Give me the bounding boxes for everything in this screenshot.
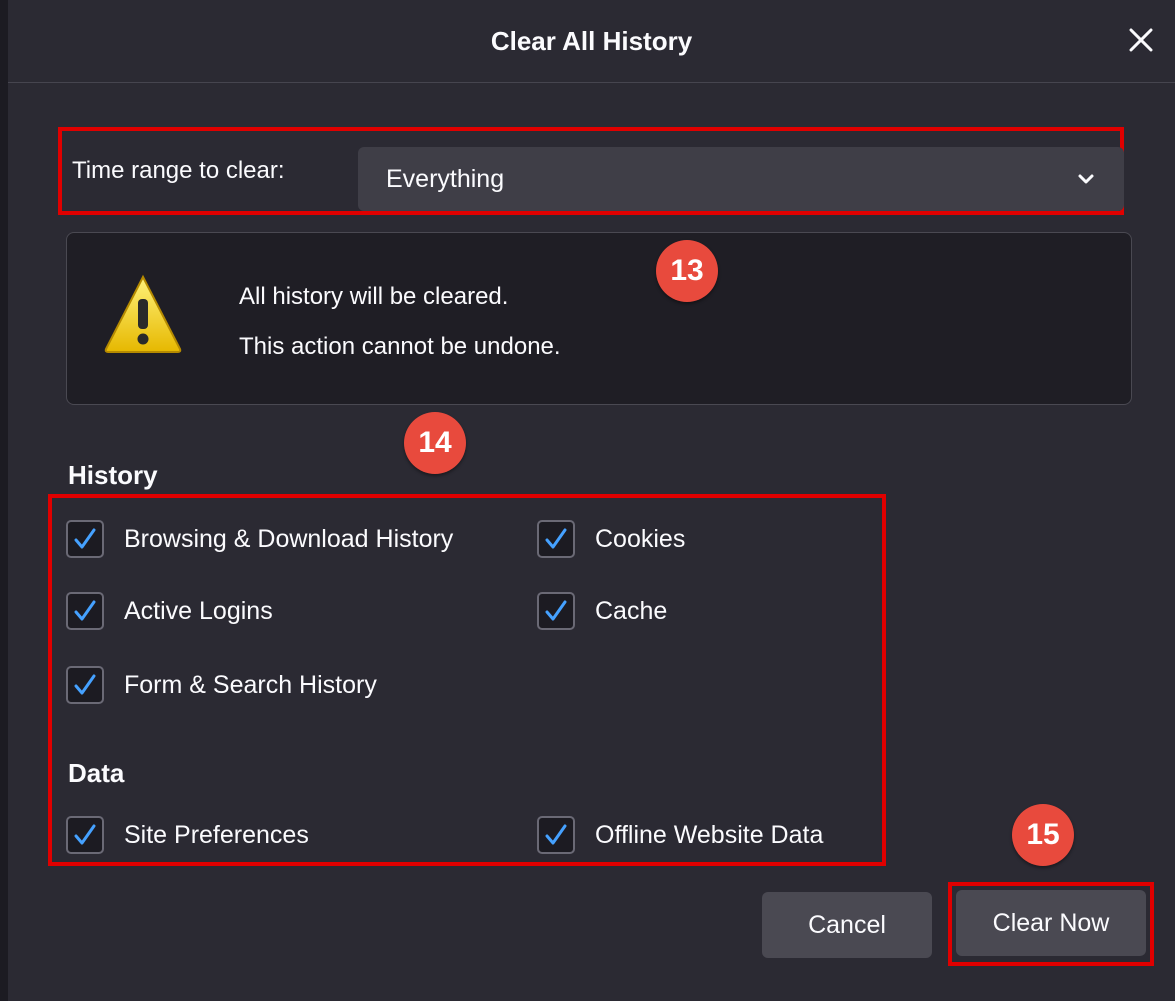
checkmark-icon — [74, 600, 96, 621]
checkbox-box[interactable] — [66, 520, 104, 558]
checkmark-icon — [74, 674, 96, 695]
checkbox-active-logins[interactable]: Active Logins — [66, 590, 273, 632]
time-range-highlight: Time range to clear: Everything — [58, 127, 1124, 215]
close-button[interactable] — [1123, 22, 1159, 58]
checkmark-icon — [545, 528, 567, 549]
checkmark-icon — [545, 824, 567, 845]
step-marker-14: 14 — [404, 412, 466, 474]
clear-now-button[interactable]: Clear Now — [956, 890, 1146, 956]
checkbox-offline-website-data[interactable]: Offline Website Data — [537, 814, 823, 856]
clear-history-dialog: Clear All History Time range to clear: E… — [8, 0, 1175, 1001]
checkbox-label: Form & Search History — [124, 670, 377, 699]
time-range-select[interactable]: Everything — [358, 147, 1124, 211]
checkmark-icon — [74, 824, 96, 845]
checkbox-box[interactable] — [537, 816, 575, 854]
warning-text-line-2: This action cannot be undone. — [239, 333, 561, 360]
checkbox-label: Cache — [595, 596, 668, 625]
warning-panel: All history will be cleared. This action… — [66, 232, 1132, 405]
checkbox-browsing-download-history[interactable]: Browsing & Download History — [66, 518, 453, 560]
step-marker-15: 15 — [1012, 804, 1074, 866]
checkbox-box[interactable] — [66, 666, 104, 704]
checkbox-label: Active Logins — [124, 596, 273, 625]
chevron-down-icon — [1078, 174, 1094, 184]
step-marker-13: 13 — [656, 240, 718, 302]
checkbox-box[interactable] — [66, 816, 104, 854]
warning-text-line-1: All history will be cleared. — [239, 283, 509, 310]
dialog-titlebar: Clear All History — [8, 0, 1175, 83]
history-heading: History — [68, 460, 158, 490]
time-range-label: Time range to clear: — [72, 157, 285, 184]
checkbox-cookies[interactable]: Cookies — [537, 518, 685, 560]
checkbox-label: Browsing & Download History — [124, 524, 454, 553]
close-icon — [1129, 28, 1153, 52]
data-heading: Data — [68, 758, 125, 788]
time-range-value: Everything — [386, 164, 505, 193]
cancel-button[interactable]: Cancel — [762, 892, 932, 958]
checkbox-site-preferences[interactable]: Site Preferences — [66, 814, 309, 856]
checkbox-box[interactable] — [537, 592, 575, 630]
checkbox-form-search-history[interactable]: Form & Search History — [66, 664, 377, 706]
dialog-title: Clear All History — [490, 25, 693, 56]
checkbox-box[interactable] — [537, 520, 575, 558]
checkbox-label: Site Preferences — [124, 820, 309, 849]
checkmark-icon — [545, 600, 567, 621]
warning-icon — [104, 274, 182, 353]
checkbox-label: Cookies — [595, 524, 686, 553]
checkbox-box[interactable] — [66, 592, 104, 630]
checkmark-icon — [74, 528, 96, 549]
checkbox-label: Offline Website Data — [595, 820, 824, 849]
checkbox-cache[interactable]: Cache — [537, 590, 667, 632]
